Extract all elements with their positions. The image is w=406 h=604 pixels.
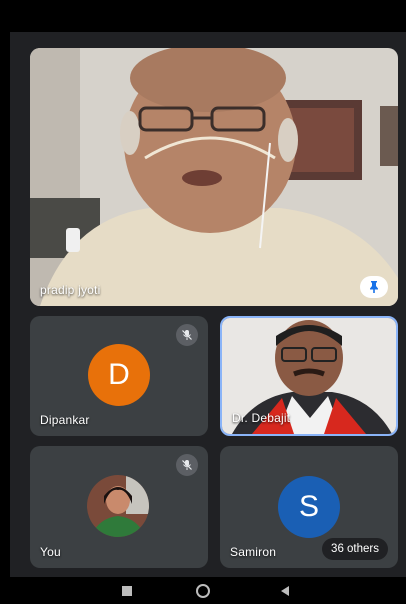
avatar-initial: D xyxy=(108,358,130,391)
avatar-initial: S xyxy=(298,490,319,523)
status-bar xyxy=(0,0,406,32)
mic-off-icon xyxy=(176,454,198,476)
participant-name-you: You xyxy=(40,545,61,559)
participant-tile-samiron[interactable]: S Samiron 36 others xyxy=(220,446,398,568)
participant-name-samiron: Samiron xyxy=(230,545,277,559)
avatar-you xyxy=(87,475,149,537)
avatar-dipankar: D xyxy=(88,344,150,406)
nav-home-icon xyxy=(196,583,210,598)
nav-home-button[interactable] xyxy=(192,583,214,598)
nav-recents-icon xyxy=(122,585,132,596)
main-video-feed xyxy=(30,48,398,306)
participant-name-dipankar: Dipankar xyxy=(40,413,90,427)
participant-tile-dipankar[interactable]: D Dipankar xyxy=(30,316,208,436)
nav-back-button[interactable] xyxy=(274,583,296,598)
nav-back-icon xyxy=(281,585,289,596)
participant-tile-debajit[interactable]: Dr. Debajit xyxy=(220,316,398,436)
participant-name-debajit: Dr. Debajit xyxy=(232,411,291,425)
others-count-chip[interactable]: 36 others xyxy=(322,538,388,560)
pin-button[interactable] xyxy=(360,276,388,298)
mic-off-icon xyxy=(176,324,198,346)
participant-tile-you[interactable]: You xyxy=(30,446,208,568)
avatar-samiron: S xyxy=(278,476,340,538)
meeting-stage: pradip jyoti D Dipankar Dr. Debajit You … xyxy=(10,32,406,577)
participant-name-main: pradip jyoti xyxy=(40,283,101,297)
android-nav-bar xyxy=(0,577,406,604)
pin-icon xyxy=(370,281,378,293)
main-video-tile[interactable]: pradip jyoti xyxy=(30,48,398,306)
nav-recents-button[interactable] xyxy=(116,583,138,598)
